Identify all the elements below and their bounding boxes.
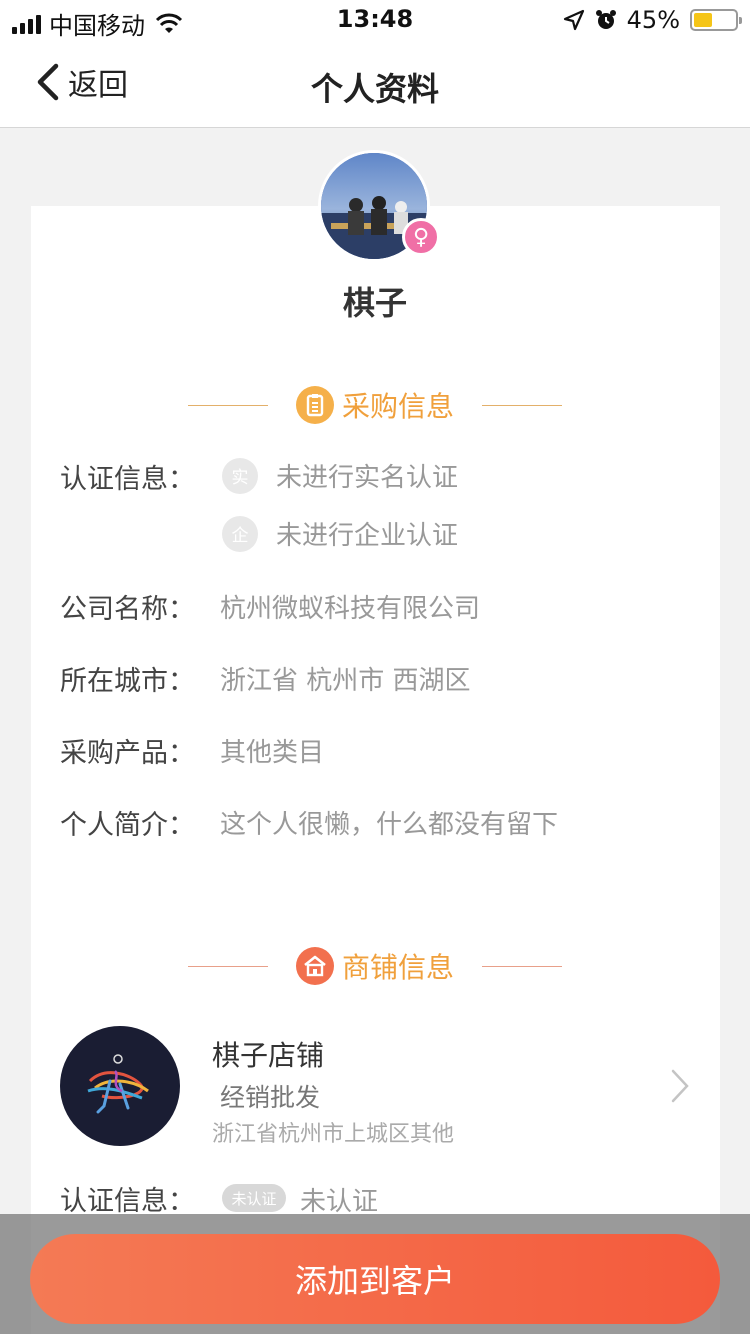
battery-level [694, 13, 712, 27]
shop-name: 棋子店铺 [212, 1039, 325, 1072]
status-bar: 中国移动 13:48 45% [0, 0, 750, 40]
realname-badge-icon: 实 [222, 457, 258, 494]
cert-label: 认证信息： [60, 464, 195, 495]
page-title: 个人资料 [310, 70, 439, 108]
shop-item[interactable]: 棋子店铺 经销批发 浙江省杭州市上城区其他 [60, 1026, 690, 1147]
product-value: 其他类目 [220, 738, 325, 768]
clipboard-icon [295, 386, 334, 424]
divider-line [187, 965, 268, 967]
city-value: 浙江省 杭州市 西湖区 [220, 666, 471, 696]
battery-icon [690, 9, 742, 31]
profile-card [31, 206, 720, 1334]
shop-type: 经销批发 [220, 1083, 321, 1112]
cert-text: 未进行实名认证 [276, 463, 459, 493]
bio-label: 个人简介： [60, 810, 195, 841]
city-label: 所在城市： [60, 666, 195, 697]
purchase-section-header: 采购信息 [0, 383, 750, 427]
shop-address: 浙江省杭州市上城区其他 [212, 1122, 455, 1147]
divider-line [187, 404, 268, 406]
cert-text: 未进行企业认证 [276, 521, 459, 551]
add-to-customers-button[interactable]: 添加到客户 [30, 1234, 720, 1324]
alarm-icon [595, 10, 616, 29]
product-label: 采购产品： [60, 738, 195, 769]
status-right: 45% [563, 6, 742, 34]
nav-bar: 返回 个人资料 [0, 40, 750, 128]
shop-cert-label: 认证信息： [60, 1186, 195, 1217]
cert-item-enterprise: 企 未进行企业认证 [222, 515, 458, 552]
bio-value: 这个人很懒，什么都没有留下 [220, 810, 559, 840]
divider-line [482, 965, 562, 967]
cert-item-realname: 实 未进行实名认证 [222, 457, 458, 494]
shop-logo [60, 1026, 180, 1146]
location-icon [563, 9, 584, 31]
nickname: 棋子 [342, 284, 407, 322]
runner-logo-icon [87, 1054, 149, 1114]
company-value: 杭州微蚁科技有限公司 [220, 594, 481, 624]
battery-percent: 45% [626, 6, 680, 34]
purchase-section-title: 采购信息 [341, 390, 454, 423]
unverified-text: 未认证 [300, 1187, 379, 1217]
unverified-badge: 未认证 [222, 1184, 286, 1212]
bottom-action-bar: 添加到客户 [0, 1214, 750, 1334]
company-label: 公司名称： [60, 594, 195, 625]
divider-line [482, 404, 562, 406]
female-icon: ♀ [402, 218, 440, 256]
store-icon [295, 947, 334, 985]
chevron-right-icon [671, 1069, 689, 1103]
shop-section-title: 商铺信息 [341, 951, 454, 984]
enterprise-badge-icon: 企 [222, 515, 258, 552]
shop-section-header: 商铺信息 [0, 944, 750, 988]
